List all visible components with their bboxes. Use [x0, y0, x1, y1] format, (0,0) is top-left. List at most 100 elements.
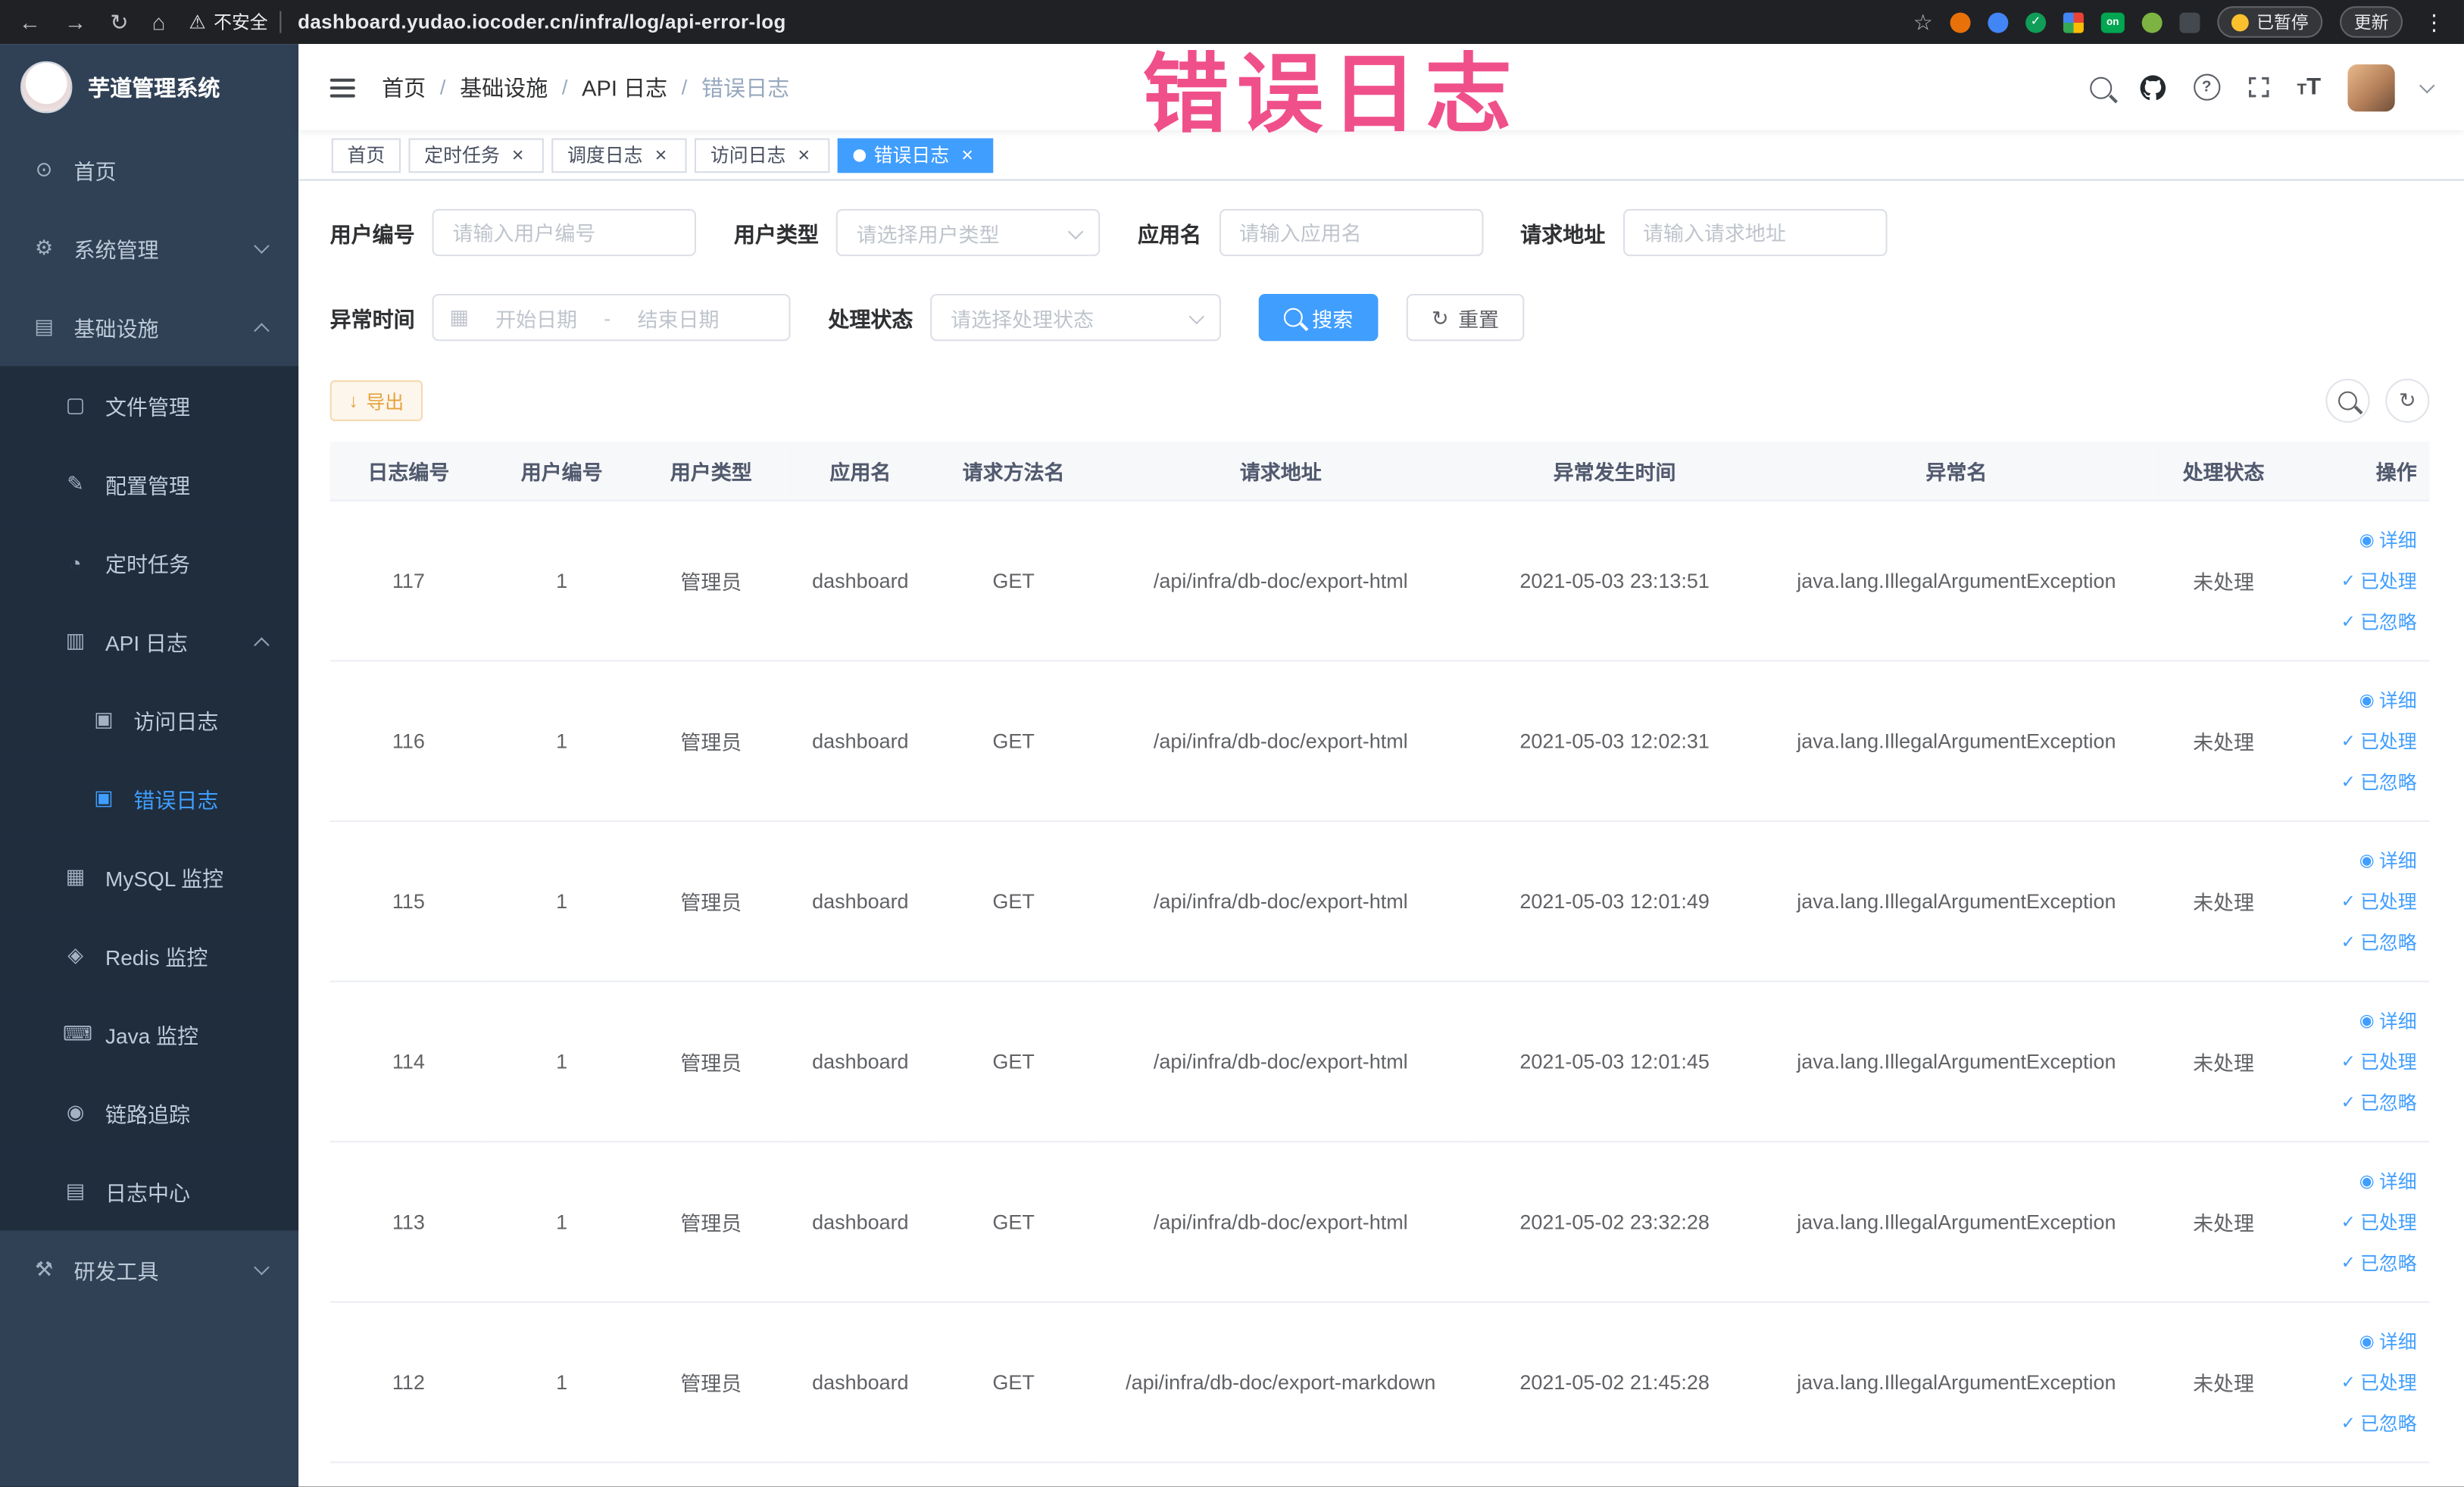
sidebar-item-file-manage[interactable]: ▢ 文件管理: [0, 366, 299, 445]
paused-badge[interactable]: 已暂停: [2217, 6, 2323, 38]
update-button[interactable]: 更新: [2340, 6, 2403, 38]
tags-view-bar: 首页 定时任务 × 调度日志 × 访问日志 × 错误日志 ×: [298, 130, 2464, 181]
cell-status: 未处理: [2153, 1142, 2294, 1303]
detail-link[interactable]: ◉ 详细: [2300, 1321, 2417, 1362]
extension-icon[interactable]: [1950, 11, 1971, 33]
ignored-link[interactable]: ✓ 已忽略: [2300, 761, 2417, 802]
breadcrumb-item[interactable]: 首页: [382, 71, 426, 102]
extension-icon[interactable]: [1988, 11, 2009, 33]
tab-home[interactable]: 首页: [331, 137, 401, 173]
tab-label: 定时任务: [424, 144, 500, 167]
extension-icon[interactable]: [2179, 11, 2200, 33]
toggle-search-button[interactable]: [2325, 378, 2370, 423]
address-url[interactable]: dashboard.yudao.iocoder.cn/infra/log/api…: [298, 11, 786, 33]
tab-access-log[interactable]: 访问日志 ×: [695, 137, 830, 173]
sidebar-item-system-manage[interactable]: ⚙ 系统管理: [0, 209, 298, 288]
ignored-link[interactable]: ✓ 已忽略: [2300, 601, 2417, 642]
column-header: 异常名: [1760, 441, 2153, 501]
ignored-link[interactable]: ✓ 已忽略: [2300, 1082, 2417, 1123]
processed-link[interactable]: ✓ 已处理: [2300, 1362, 2417, 1403]
sidebar-item-java-monitor[interactable]: ⌨ Java 监控: [0, 995, 299, 1073]
screen: ← → ↻ ⌂ ⚠ 不安全 dashboard.yudao.iocoder.cn…: [0, 0, 2464, 1487]
ignored-link[interactable]: ✓ 已忽略: [2300, 1242, 2417, 1283]
tab-error-log[interactable]: 错误日志 ×: [837, 137, 994, 173]
bookmark-star-icon[interactable]: ☆: [1913, 8, 1933, 35]
sidebar-item-api-log[interactable]: ▥ API 日志: [0, 601, 299, 681]
tab-schedule-log[interactable]: 调度日志 ×: [551, 137, 687, 173]
close-icon[interactable]: ×: [507, 145, 528, 165]
sidebar-item-dev-tools[interactable]: ⚒ 研发工具: [0, 1230, 298, 1309]
reset-button[interactable]: ↻ 重置: [1406, 293, 1525, 342]
sidebar-item-home[interactable]: ⊙ 首页: [0, 130, 298, 209]
refresh-button[interactable]: ↻: [2385, 378, 2430, 423]
app-name-input[interactable]: [1218, 208, 1483, 257]
cell-method: GET: [935, 1301, 1092, 1464]
font-size-icon[interactable]: TT: [2297, 74, 2321, 101]
processed-link[interactable]: ✓ 已处理: [2300, 561, 2417, 601]
processed-link[interactable]: ✓ 已处理: [2300, 881, 2417, 922]
process-status-select[interactable]: 请选择处理状态: [930, 293, 1221, 342]
user-type-select[interactable]: 请选择用户类型: [835, 208, 1101, 257]
home-icon[interactable]: ⌂: [152, 9, 166, 34]
sidebar-item-label: 配置管理: [105, 474, 191, 498]
close-icon[interactable]: ×: [794, 145, 814, 165]
search-icon[interactable]: [2089, 76, 2112, 98]
check-icon: ✓: [2341, 1414, 2356, 1432]
detail-link[interactable]: ◉ 详细: [2300, 840, 2417, 881]
fullscreen-icon[interactable]: [2247, 76, 2270, 99]
check-icon: ✓: [2341, 1253, 2356, 1273]
extension-icon[interactable]: on: [2100, 11, 2125, 33]
select-placeholder: 请选择用户类型: [856, 222, 1000, 246]
extension-icon[interactable]: [2063, 11, 2084, 33]
sidebar-item-config-manage[interactable]: ✎ 配置管理: [0, 445, 299, 523]
chevron-down-icon[interactable]: [2419, 77, 2435, 93]
detail-link[interactable]: ◉ 详细: [2300, 679, 2417, 720]
processed-link[interactable]: ✓ 已处理: [2300, 1201, 2417, 1242]
detail-link[interactable]: ◉ 详细: [2300, 1000, 2417, 1041]
sidebar-toggle-icon[interactable]: [329, 77, 355, 97]
column-header: 请求方法名: [935, 441, 1092, 501]
user-avatar[interactable]: [2347, 64, 2395, 111]
sidebar-item-label: 日志中心: [105, 1182, 191, 1206]
sidebar-item-log-center[interactable]: ▤ 日志中心: [0, 1151, 299, 1231]
sidebar-item-mysql-monitor[interactable]: ▦ MySQL 监控: [0, 837, 299, 917]
breadcrumb-item[interactable]: API 日志: [582, 71, 667, 102]
cell-status: 未处理: [2153, 661, 2294, 823]
close-icon[interactable]: ×: [651, 145, 671, 165]
sidebar-item-access-log[interactable]: ▣ 访问日志: [0, 680, 299, 760]
request-url-input[interactable]: [1622, 208, 1887, 257]
search-button[interactable]: 搜索: [1258, 293, 1379, 342]
cell-user-type: 管理员: [636, 820, 786, 982]
security-warning-icon[interactable]: ⚠: [189, 11, 205, 33]
back-icon[interactable]: ←: [19, 9, 41, 34]
exception-time-range[interactable]: ▦ 开始日期 - 结束日期: [432, 293, 791, 342]
extension-icon[interactable]: [2141, 11, 2163, 33]
trace-eye-icon: ◉: [66, 1100, 85, 1124]
sidebar-item-redis-monitor[interactable]: ◈ Redis 监控: [0, 916, 299, 995]
close-icon[interactable]: ×: [957, 145, 978, 165]
browser-menu-icon[interactable]: ⋮: [2423, 8, 2445, 35]
sidebar-item-trace[interactable]: ◉ 链路追踪: [0, 1073, 299, 1152]
ignored-link[interactable]: ✓ 已忽略: [2300, 922, 2417, 963]
github-icon[interactable]: [2138, 73, 2166, 101]
extension-icon[interactable]: ✓: [2025, 11, 2047, 33]
forward-icon[interactable]: →: [64, 9, 86, 34]
task-icon: ◔: [69, 551, 82, 575]
detail-link[interactable]: ◉ 详细: [2300, 1161, 2417, 1201]
user-id-input[interactable]: [432, 208, 697, 257]
processed-link[interactable]: ✓ 已处理: [2300, 720, 2417, 761]
export-button[interactable]: ↓ 导出: [329, 380, 423, 421]
sidebar-item-error-log[interactable]: ▣ 错误日志: [0, 759, 299, 838]
help-icon[interactable]: ?: [2193, 73, 2220, 101]
ignored-link[interactable]: ✓ 已忽略: [2300, 1403, 2417, 1444]
reload-icon[interactable]: ↻: [110, 8, 128, 35]
cell-time: 2021-05-03 12:01:49: [1469, 820, 1760, 982]
sidebar-item-scheduled-task[interactable]: ◔ 定时任务: [0, 523, 299, 602]
tab-scheduled-task[interactable]: 定时任务 ×: [408, 137, 544, 173]
processed-link[interactable]: ✓ 已处理: [2300, 1041, 2417, 1082]
app-logo-row[interactable]: 芋道管理系统: [0, 44, 298, 130]
sidebar-item-infrastructure[interactable]: ▤ 基础设施: [0, 288, 298, 367]
breadcrumb-item[interactable]: 基础设施: [460, 71, 548, 102]
detail-link[interactable]: ◉ 详细: [2300, 520, 2417, 561]
security-label[interactable]: 不安全: [214, 9, 268, 34]
